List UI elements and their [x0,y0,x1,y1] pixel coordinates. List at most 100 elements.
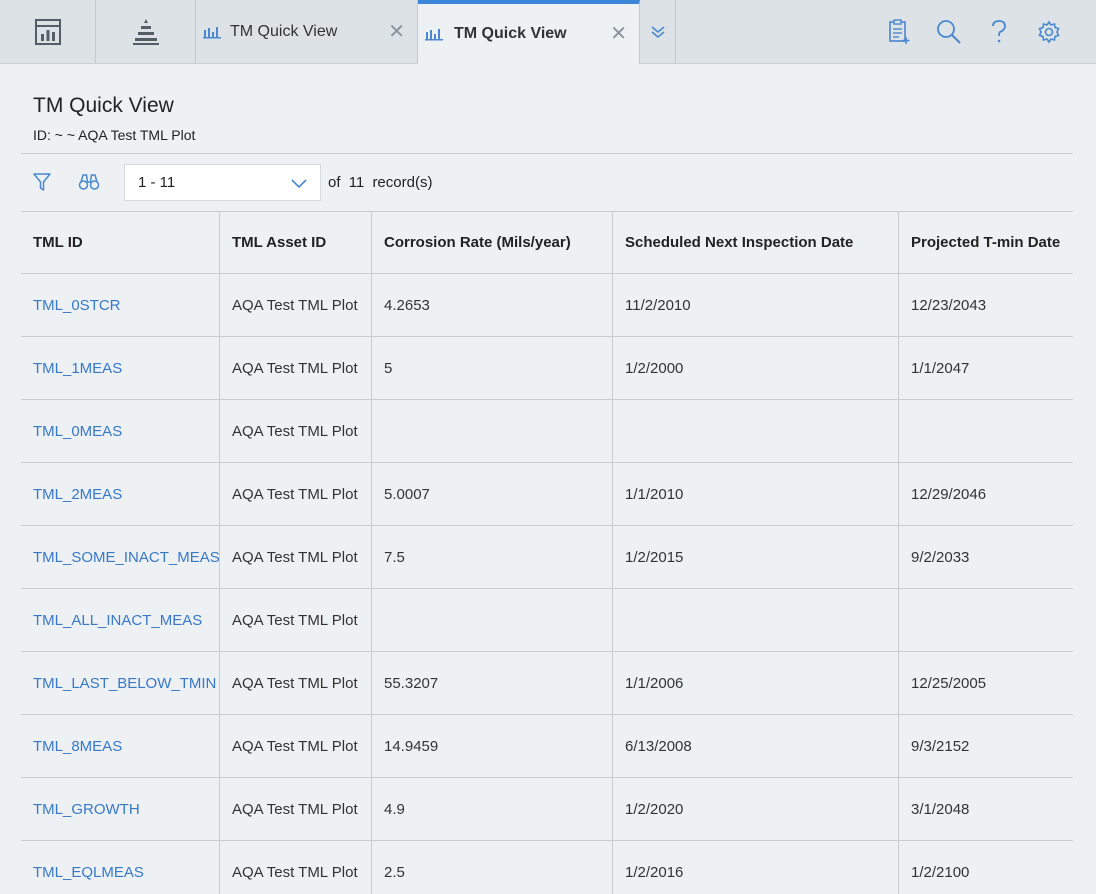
queue-button[interactable] [886,18,912,46]
corrosion-rate-cell: 14.9459 [371,715,612,777]
clipboard-add-icon [889,19,910,44]
corrosion-rate-cell: 4.2653 [371,274,612,336]
records-label: record(s) [372,174,433,191]
next-inspection-date-cell: 1/1/2010 [612,463,898,525]
chart-icon [425,27,443,41]
record-count: of 11 record(s) [328,174,436,191]
projected-tmin-date-cell: 1/2/2100 [898,841,1073,894]
next-inspection-date-cell: 1/2/2020 [612,778,898,840]
next-inspection-date-cell: 1/2/2015 [612,526,898,588]
tml-id-link[interactable]: TML_SOME_INACT_MEAS [21,526,219,588]
asset-hierarchy-button[interactable] [96,0,196,63]
tml-asset-id-cell: AQA Test TML Plot [219,400,371,462]
tab-overflow-button[interactable] [640,0,676,63]
filter-icon [33,173,51,191]
record-total: 11 [348,174,365,191]
record-range-value: 1 - 11 [138,174,176,191]
column-header[interactable]: Corrosion Rate (Mils/year) [371,212,612,273]
projected-tmin-date-cell: 9/3/2152 [898,715,1073,777]
table-row[interactable]: TML_0STCR AQA Test TML Plot 4.2653 11/2/201… [21,274,1073,337]
next-inspection-date-cell [612,589,898,651]
tml-id-link[interactable]: TML_8MEAS [21,715,219,777]
table-row[interactable]: TML_GROWTH AQA Test TML Plot 4.9 1/2/2020 3/… [21,778,1073,841]
corrosion-rate-cell: 7.5 [371,526,612,588]
find-button[interactable] [78,172,100,192]
record-range-select[interactable]: 1 - 11 [124,164,321,201]
home-button[interactable] [0,0,96,63]
corrosion-rate-cell: 4.9 [371,778,612,840]
binoculars-icon [78,174,100,190]
tml-asset-id-cell: AQA Test TML Plot [219,652,371,714]
tab-label: TM Quick View [230,22,338,40]
grid-header-row: TML ID TML Asset ID Corrosion Rate (Mils… [21,212,1073,274]
tml-id-link[interactable]: TML_1MEAS [21,337,219,399]
tml-id-link[interactable]: TML_GROWTH [21,778,219,840]
tml-id-link[interactable]: TML_ALL_INACT_MEAS [21,589,219,651]
column-header[interactable]: TML Asset ID [219,212,371,273]
of-label: of [328,174,341,191]
tml-asset-id-cell: AQA Test TML Plot [219,463,371,525]
close-icon[interactable]: ✕ [388,22,405,42]
next-inspection-date-cell: 1/2/2000 [612,337,898,399]
filter-button[interactable] [31,172,53,192]
tml-id-link[interactable]: TML_LAST_BELOW_TMIN [21,652,219,714]
corrosion-rate-cell: 5 [371,337,612,399]
corrosion-rate-cell: 55.3207 [371,652,612,714]
tml-asset-id-cell: AQA Test TML Plot [219,841,371,894]
table-row[interactable]: TML_8MEAS AQA Test TML Plot 14.9459 6/13/20… [21,715,1073,778]
chevron-double-down-icon [650,25,665,38]
column-header[interactable]: TML ID [21,212,219,273]
help-icon [992,20,1006,43]
corrosion-rate-cell [371,400,612,462]
tml-id-link[interactable]: TML_0MEAS [21,400,219,462]
tml-id-link[interactable]: TML_2MEAS [21,463,219,525]
tml-id-link[interactable]: TML_0STCR [21,274,219,336]
next-inspection-date-cell: 1/2/2016 [612,841,898,894]
gear-icon [1038,20,1060,44]
table-row[interactable]: TML_ALL_INACT_MEAS AQA Test TML Plot [21,589,1073,652]
next-inspection-date-cell: 11/2/2010 [612,274,898,336]
dashboard-icon [34,18,61,45]
divider [21,153,1073,154]
projected-tmin-date-cell: 3/1/2048 [898,778,1073,840]
projected-tmin-date-cell: 12/25/2005 [898,652,1073,714]
tab-tm-quick-view-1[interactable]: TM Quick View ✕ [196,0,418,63]
tml-asset-id-cell: AQA Test TML Plot [219,589,371,651]
column-header[interactable]: Projected T-min Date [898,212,1073,273]
tab-label: TM Quick View [454,25,567,42]
table-row[interactable]: TML_LAST_BELOW_TMIN AQA Test TML Plot 55.3… [21,652,1073,715]
search-icon [937,20,961,44]
chart-icon [203,25,221,39]
table-row[interactable]: TML_2MEAS AQA Test TML Plot 5.0007 1/1/2010… [21,463,1073,526]
chevron-down-icon [291,179,307,189]
projected-tmin-date-cell [898,400,1073,462]
tml-asset-id-cell: AQA Test TML Plot [219,778,371,840]
grid-body: TML_0STCR AQA Test TML Plot 4.2653 11/2/201… [21,274,1073,894]
tml-asset-id-cell: AQA Test TML Plot [219,715,371,777]
corrosion-rate-cell: 5.0007 [371,463,612,525]
corrosion-rate-cell: 2.5 [371,841,612,894]
top-bar: TM Quick View ✕ TM Quick View ✕ [0,0,1096,64]
projected-tmin-date-cell: 9/2/2033 [898,526,1073,588]
projected-tmin-date-cell: 12/23/2043 [898,274,1073,336]
table-row[interactable]: TML_1MEAS AQA Test TML Plot 5 1/2/2000 1/1/2… [21,337,1073,400]
table-row[interactable]: TML_SOME_INACT_MEAS AQA Test TML Plot 7.5 1… [21,526,1073,589]
projected-tmin-date-cell [898,589,1073,651]
table-row[interactable]: TML_0MEAS AQA Test TML Plot [21,400,1073,463]
table-row[interactable]: TML_EQLMEAS AQA Test TML Plot 2.5 1/2/2016 1… [21,841,1073,894]
tml-id-link[interactable]: TML_EQLMEAS [21,841,219,894]
close-icon[interactable]: ✕ [610,24,627,44]
tab-tm-quick-view-2[interactable]: TM Quick View ✕ [418,0,640,64]
help-button[interactable] [986,18,1012,46]
settings-button[interactable] [1036,18,1062,46]
column-header[interactable]: Scheduled Next Inspection Date [612,212,898,273]
search-button[interactable] [936,18,962,46]
corrosion-rate-cell [371,589,612,651]
next-inspection-date-cell: 1/1/2006 [612,652,898,714]
page-subtitle: ID: ~ ~ AQA Test TML Plot [33,127,196,143]
data-grid: TML ID TML Asset ID Corrosion Rate (Mils… [21,211,1073,894]
page-title: TM Quick View [33,94,174,117]
projected-tmin-date-cell: 1/1/2047 [898,337,1073,399]
tml-asset-id-cell: AQA Test TML Plot [219,526,371,588]
next-inspection-date-cell: 6/13/2008 [612,715,898,777]
